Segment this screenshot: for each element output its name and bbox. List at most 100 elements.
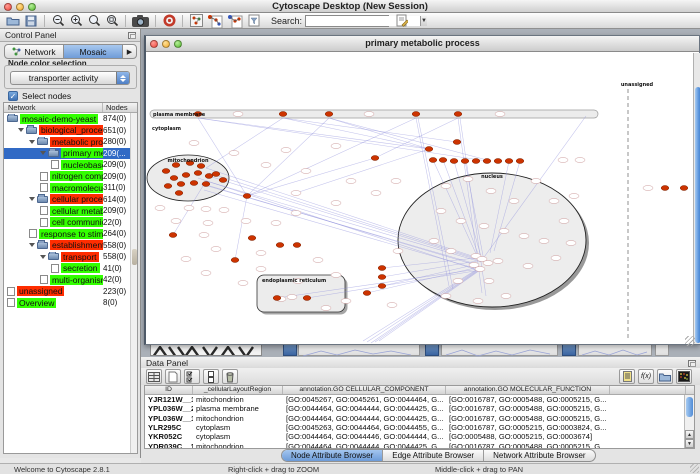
network-node-selected[interactable]: [197, 164, 205, 169]
tree-row[interactable]: primary metabolic209(...: [4, 148, 137, 160]
network-node-label[interactable]: [241, 219, 251, 224]
background-window-thumbnail[interactable]: [298, 344, 420, 356]
network-node-selected[interactable]: [505, 159, 513, 164]
tree-row-label[interactable]: response to stimulu: [39, 229, 103, 239]
import-attributes-icon[interactable]: [657, 369, 673, 384]
network-node-label[interactable]: [486, 189, 496, 194]
network-node-selected[interactable]: [516, 159, 524, 164]
network-node-label[interactable]: [559, 219, 569, 224]
filter-icon[interactable]: [246, 14, 262, 28]
tab-network-attribute-browser[interactable]: Network Attribute Browser: [483, 450, 594, 461]
tree-row-label[interactable]: nucleobase-cont: [61, 160, 103, 170]
network-node-label[interactable]: [393, 249, 403, 254]
background-window-edge[interactable]: [562, 344, 576, 356]
tree-row[interactable]: secretion41(0): [4, 263, 137, 275]
tree-row[interactable]: nucleobase-cont209(0): [4, 159, 137, 171]
network-node-label[interactable]: [539, 239, 549, 244]
network-node-label[interactable]: [479, 224, 489, 229]
table-cell[interactable]: [GO:0045267, GO:0045261, GO:0044464, G..…: [283, 395, 446, 404]
network-edge[interactable]: [247, 118, 416, 196]
function-builder-icon[interactable]: f(x): [638, 369, 654, 384]
network-node-label[interactable]: [233, 112, 243, 117]
network-node-label[interactable]: [531, 179, 541, 184]
network-node-selected[interactable]: [276, 243, 284, 248]
table-row[interactable]: YPL036W__1mitochondrion[GO:0044464, GO:0…: [145, 414, 694, 423]
network-edge[interactable]: [206, 118, 283, 168]
network-node-label[interactable]: [291, 191, 301, 196]
table-cell[interactable]: cytoplasm: [193, 423, 283, 432]
zoom-out-icon[interactable]: [50, 14, 66, 28]
network-node-selected[interactable]: [202, 182, 210, 187]
app-resize-grip[interactable]: [690, 464, 699, 473]
network-node-label[interactable]: [493, 259, 503, 264]
network-node-selected[interactable]: [450, 159, 458, 164]
background-window-edge[interactable]: [425, 344, 439, 356]
network-node-label[interactable]: [331, 201, 341, 206]
table-cell[interactable]: [GO:0044464, GO:0044444, GO:0044425, G..…: [283, 442, 446, 449]
network-node-label[interactable]: [509, 199, 519, 204]
tab-network[interactable]: Network: [5, 45, 63, 58]
table-cell[interactable]: YPL036W__2: [145, 404, 193, 413]
network-node-label[interactable]: [189, 141, 199, 146]
network-node-label[interactable]: [558, 158, 568, 163]
tree-scrollbar[interactable]: [130, 113, 137, 453]
tree-row-label[interactable]: nitrogen compou: [50, 171, 103, 181]
select-nodes-checkbox[interactable]: ✓: [8, 91, 18, 101]
table-row[interactable]: YPL036W__2plasma membrane[GO:0044464, GO…: [145, 404, 694, 413]
network-node-label[interactable]: [321, 306, 331, 311]
network-node-selected[interactable]: [483, 159, 491, 164]
table-cell[interactable]: YKR052C: [145, 432, 193, 441]
node-color-select[interactable]: transporter activity: [10, 71, 130, 85]
network-node-selected[interactable]: [494, 159, 502, 164]
table-column-header[interactable]: annotation.GO MOLECULAR_FUNCTION: [446, 386, 610, 394]
table-cell[interactable]: [GO:0016787, GO:0005488, GO:0005215, G..…: [446, 404, 610, 413]
expand-arrow-icon[interactable]: [29, 243, 35, 247]
network-node-label[interactable]: [453, 279, 463, 284]
network-node-label[interactable]: [456, 219, 466, 224]
delete-attribute-icon[interactable]: [222, 369, 238, 384]
table-cell[interactable]: [GO:0044464, GO:0044444, GO:0044425, G..…: [283, 414, 446, 423]
tree-row[interactable]: nitrogen compou209(0): [4, 171, 137, 183]
network-node-label[interactable]: [256, 251, 266, 256]
tree-row[interactable]: Overview8(0): [4, 297, 137, 309]
network-edge[interactable]: [283, 118, 429, 149]
tree-row-label[interactable]: establishment of lo: [50, 240, 103, 250]
tab-mosaic[interactable]: Mosaic: [63, 45, 122, 58]
tab-overflow-arrow-icon[interactable]: ▶: [122, 45, 136, 58]
tree-row[interactable]: cellular metaboli209(0): [4, 205, 137, 217]
tree-row-label[interactable]: unassigned: [17, 286, 64, 296]
network-node-label[interactable]: [261, 163, 271, 168]
network-node-label[interactable]: [483, 261, 493, 266]
table-column-header[interactable]: _cellularLayoutRegion: [193, 386, 283, 394]
float-panel-icon[interactable]: [688, 360, 696, 367]
network-node-selected[interactable]: [243, 194, 251, 199]
network-node-label[interactable]: [436, 209, 446, 214]
network-edge[interactable]: [375, 118, 458, 158]
tree-row-label[interactable]: Overview: [17, 298, 56, 308]
unselect-attributes-icon[interactable]: [203, 369, 219, 384]
network-node-selected[interactable]: [680, 186, 688, 191]
tree-row[interactable]: macromolecule311(0): [4, 182, 137, 194]
network-edge[interactable]: [296, 149, 429, 193]
tree-row[interactable]: biological_process651(0): [4, 125, 137, 137]
expand-arrow-icon[interactable]: [18, 128, 24, 132]
network-node-selected[interactable]: [182, 173, 190, 178]
tab-node-attribute-browser[interactable]: Node Attribute Browser: [282, 450, 382, 461]
background-window-logo[interactable]: [150, 344, 262, 356]
network-edge[interactable]: [235, 196, 247, 260]
network-node-selected[interactable]: [378, 275, 386, 280]
network-node-selected[interactable]: [371, 156, 379, 161]
table-cell[interactable]: cytoplasm: [193, 432, 283, 441]
background-window-thumbnail[interactable]: [655, 344, 669, 356]
table-cell[interactable]: YLR295C: [145, 423, 193, 432]
network-node-label[interactable]: [201, 207, 211, 212]
tree-header-nodes[interactable]: Nodes: [103, 103, 137, 112]
tree-row[interactable]: cell communicati22(0): [4, 217, 137, 229]
create-attribute-icon[interactable]: [165, 369, 181, 384]
table-scrollbar[interactable]: ▲ ▼: [684, 395, 694, 448]
table-row[interactable]: YDR039C__1mitochondrion[GO:0044464, GO:0…: [145, 441, 694, 449]
network-node-selected[interactable]: [273, 296, 281, 301]
vizmapper-icon[interactable]: [206, 14, 224, 28]
tree-row-label[interactable]: biological_process: [39, 125, 103, 135]
network-edge[interactable]: [198, 118, 487, 161]
